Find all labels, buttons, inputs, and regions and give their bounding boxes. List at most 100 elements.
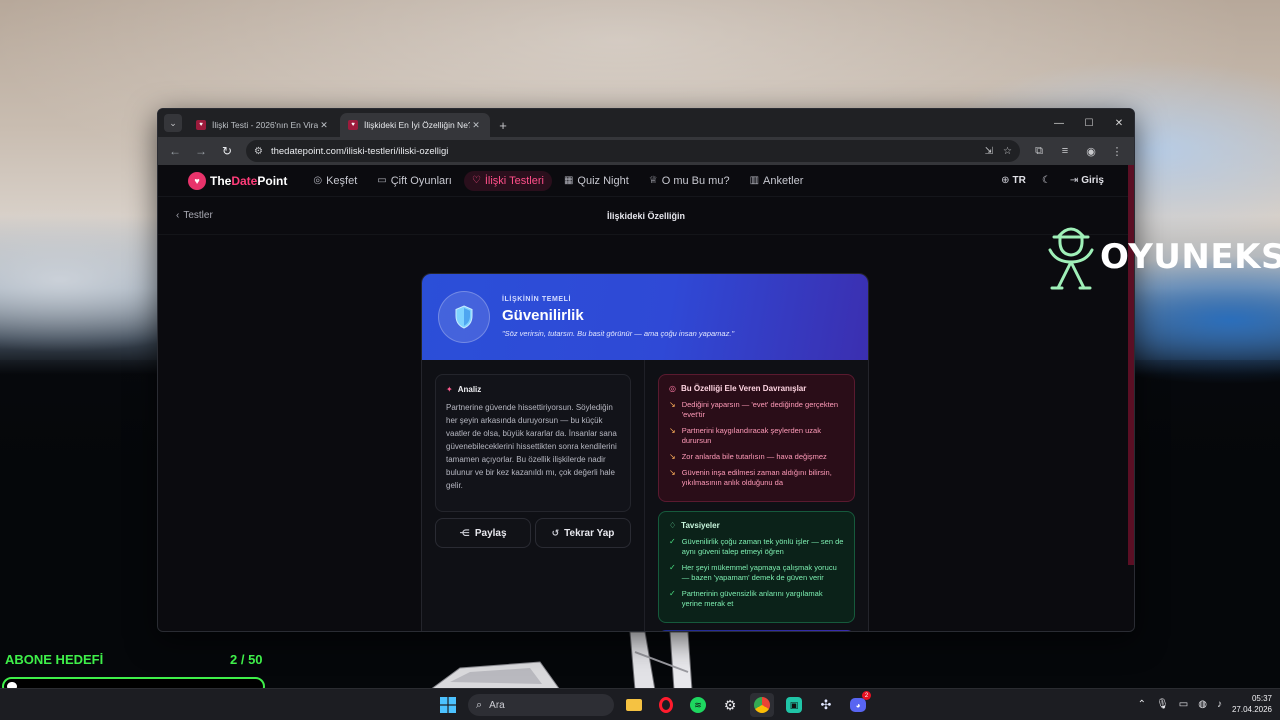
chevron-left-icon: ‹: [176, 210, 180, 221]
theme-toggle[interactable]: ☾: [1042, 175, 1054, 186]
maximize-button[interactable]: ☐: [1074, 109, 1104, 137]
search-placeholder: Ara: [489, 699, 505, 711]
network-icon[interactable]: ◍: [1198, 699, 1207, 710]
site-navbar: ♥ The Date Point ◎ Keşfet ▭ Çift Oyunları ♡ İ…: [158, 165, 1134, 197]
logo-text-the: The: [210, 173, 232, 188]
profile-icon[interactable]: ◉: [1080, 140, 1102, 162]
language-switcher[interactable]: ⊕ TR: [1001, 175, 1026, 186]
hero-text: İLİŞKİNİN TEMELİ Güvenilirlik "Söz verir…: [502, 296, 734, 338]
tips-heading-text: Tavsiyeler: [681, 521, 720, 530]
site-settings-icon[interactable]: ⚙: [254, 146, 263, 157]
back-to-tests-link[interactable]: ‹ Testler: [176, 210, 213, 221]
moon-icon: ☾: [1041, 175, 1051, 186]
file-explorer-icon[interactable]: [622, 693, 646, 717]
shield-badge: [438, 291, 490, 343]
login-label: Giriş: [1081, 175, 1104, 186]
notification-badge: 2: [862, 691, 871, 700]
browser-toolbar: ← → ↻ ⚙ thedatepoint.com/iliski-testleri…: [158, 137, 1134, 165]
bookmark-star-icon[interactable]: ☆: [1003, 146, 1012, 157]
browser-window: ⌄ ♥ İlişki Testi - 2026'nın En Viral Te …: [157, 108, 1135, 632]
display-icon[interactable]: ▭: [1179, 699, 1188, 710]
tab-strip: ⌄ ♥ İlişki Testi - 2026'nın En Viral Te …: [158, 109, 1134, 137]
heart-icon: ♡: [471, 175, 481, 186]
tab-search-button[interactable]: ⌄: [164, 114, 182, 132]
steam-icon[interactable]: ⚙: [718, 693, 742, 717]
obs-app-icon[interactable]: ▣: [782, 693, 806, 717]
web-page: ♥ The Date Point ◎ Keşfet ▭ Çift Oyunları ♡ İ…: [158, 165, 1134, 631]
taskbar-search[interactable]: ⌕ Ara: [468, 694, 614, 716]
check-icon: ✓: [669, 537, 676, 546]
oyuneks-mascot-logo: [1048, 227, 1094, 290]
close-window-button[interactable]: ✕: [1104, 109, 1134, 137]
site-logo[interactable]: ♥ The Date Point: [188, 171, 288, 190]
address-bar[interactable]: ⚙ thedatepoint.com/iliski-testleri/ilisk…: [246, 140, 1020, 162]
arrow-bullet-icon: ↘: [669, 468, 676, 477]
list-item: ↘ Dediğini yaparsın — 'evet' dediğinde ge…: [669, 400, 844, 420]
plus-icon: +: [499, 117, 507, 133]
tab-title: İlişki Testi - 2026'nın En Viral Te: [212, 120, 318, 130]
next-section-card: [658, 630, 855, 631]
tab-title: İlişkideki En İyi Özelliğin Ne? -: [364, 120, 470, 130]
analysis-box: ✦ Analiz Partnerine güvende hissettiriyor…: [435, 374, 631, 512]
forward-button[interactable]: →: [190, 140, 212, 162]
close-icon[interactable]: ✕: [470, 120, 482, 131]
result-card: İLİŞKİNİN TEMELİ Güvenilirlik "Söz verir…: [421, 273, 869, 631]
analysis-heading-text: Analiz: [457, 385, 482, 394]
behavior-text: Güvenin inşa edilmesi zaman aldığını bil…: [681, 468, 832, 487]
chevron-up-icon[interactable]: ⌃: [1138, 699, 1146, 710]
page-subheader: ‹ Testler İlişkideki Özelliğin: [158, 197, 1134, 235]
taskbar-clock[interactable]: 05:37 27.04.2026: [1232, 693, 1272, 715]
retry-label: Tekrar Yap: [564, 527, 615, 539]
extensions-icon[interactable]: ⧉: [1028, 140, 1050, 162]
opera-icon[interactable]: [654, 693, 678, 717]
start-button[interactable]: [436, 693, 460, 717]
chrome-icon[interactable]: [750, 693, 774, 717]
nav-label: Çift Oyunları: [390, 174, 452, 187]
close-icon[interactable]: ✕: [318, 120, 330, 131]
nav-item-quiz-night[interactable]: ▦ Quiz Night: [556, 171, 637, 191]
tip-text: Güvenilirlik çoğu zaman tek yönlü işler …: [681, 537, 844, 556]
back-button[interactable]: ←: [164, 140, 186, 162]
nav-item-o-mu-bu-mu[interactable]: ♕ O mu Bu mu?: [641, 171, 738, 191]
spotify-icon[interactable]: ≋: [686, 693, 710, 717]
nav-right-group: ⊕ TR ☾ ⇥ Giriş: [1001, 175, 1104, 186]
reload-button[interactable]: ↻: [216, 140, 238, 162]
nav-item-kesfet[interactable]: ◎ Keşfet: [305, 171, 365, 191]
volume-icon[interactable]: ♪: [1217, 699, 1222, 710]
retry-button[interactable]: ↺ Tekrar Yap: [535, 518, 631, 548]
check-icon: ✓: [669, 563, 676, 572]
site-favicon: ♥: [196, 120, 206, 130]
share-icon: ⋲: [459, 527, 470, 538]
nav-item-anketler[interactable]: ▥ Anketler: [742, 171, 812, 191]
analysis-heading: ✦ Analiz: [446, 385, 620, 394]
network-app-icon[interactable]: ✣: [814, 693, 838, 717]
nav-item-iliski-testleri[interactable]: ♡ İlişki Testleri: [463, 170, 552, 191]
media-controls-icon[interactable]: ≡: [1054, 140, 1076, 162]
gamepad-icon: ▭: [377, 175, 387, 186]
result-hero: İLİŞKİNİN TEMELİ Güvenilirlik "Söz verir…: [422, 274, 868, 360]
behavior-text: Zor anlarda bile tutarlısın — hava değiş…: [681, 452, 827, 461]
nav-item-cift-oyunlari[interactable]: ▭ Çift Oyunları: [369, 171, 460, 191]
behaviors-heading-text: Bu Özelliği Ele Veren Davranışlar: [680, 384, 807, 393]
login-button[interactable]: ⇥ Giriş: [1070, 175, 1104, 186]
clock-date: 27.04.2026: [1231, 705, 1272, 714]
logo-text-point: Point: [257, 173, 288, 188]
share-button[interactable]: ⋲ Paylaş: [435, 518, 531, 548]
install-app-icon[interactable]: ⇲: [985, 146, 993, 157]
browser-tab-1[interactable]: ♥ İlişki Testi - 2026'nın En Viral Te ✕: [188, 113, 338, 137]
list-item: ↘ Partnerini kaygılandıracak şeylerden uz…: [669, 426, 844, 446]
more-menu-icon[interactable]: ⋮: [1106, 140, 1128, 162]
bar-chart-icon: ▥: [749, 175, 760, 186]
discord-icon[interactable]: ◕ 2: [846, 691, 871, 717]
lightbulb-icon: ♢: [669, 521, 677, 530]
browser-tab-2[interactable]: ♥ İlişkideki En İyi Özelliğin Ne? - ✕: [340, 113, 490, 137]
new-tab-button[interactable]: +: [492, 114, 514, 136]
trophy-icon: ♕: [648, 175, 658, 186]
nav-label: İlişki Testleri: [484, 174, 544, 187]
shield-icon: [455, 305, 473, 329]
site-favicon: ♥: [348, 120, 358, 130]
arrow-bullet-icon: ↘: [669, 426, 676, 435]
behaviors-box: ◎ Bu Özelliği Ele Veren Davranışlar ↘ Dedi…: [658, 374, 855, 502]
minimize-button[interactable]: —: [1044, 109, 1074, 137]
microphone-icon[interactable]: 🎙: [1156, 699, 1169, 710]
